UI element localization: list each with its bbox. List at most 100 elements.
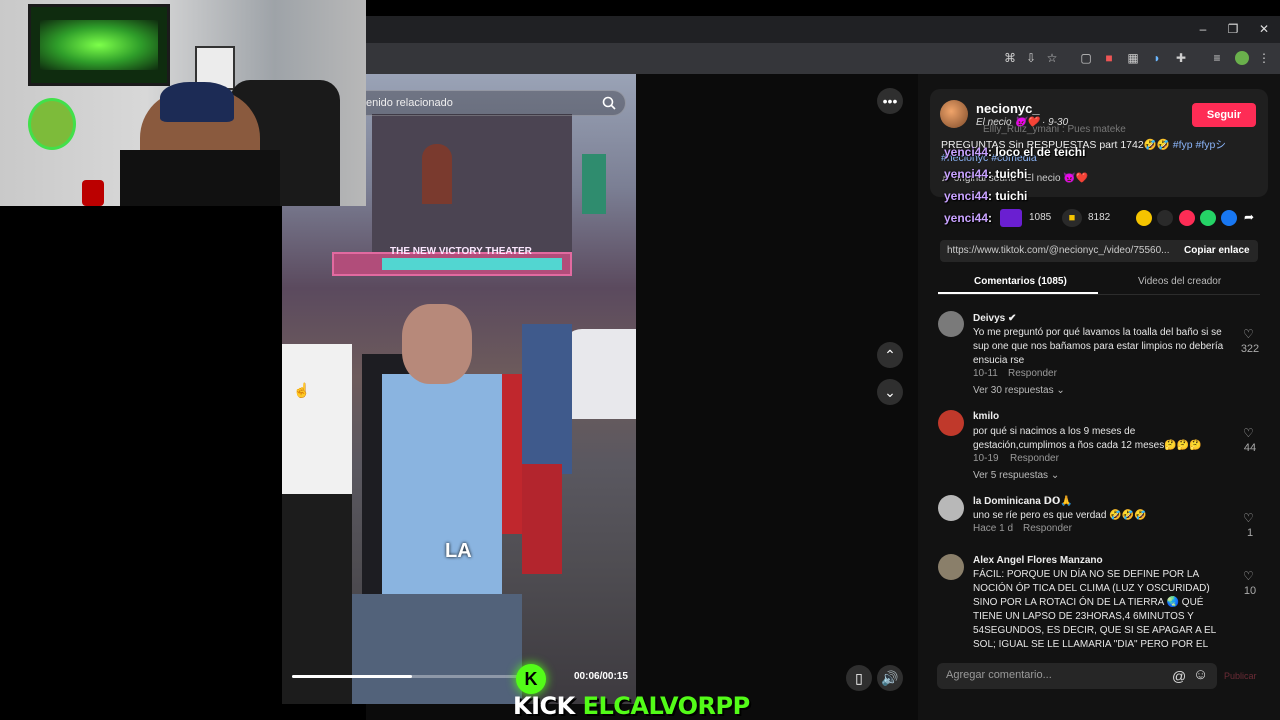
translate-icon[interactable]: ⌘ [1002,49,1018,67]
comment-date: 10-11 [973,368,998,379]
like-heart-icon[interactable]: ♡ [1243,511,1257,525]
view-replies-button[interactable]: Ver 30 respuestas ⌄ [973,385,1065,396]
profile-avatar[interactable] [1235,51,1249,65]
tab-comments[interactable]: Comentarios (1085) [974,276,1067,287]
extension-blue-icon[interactable]: ◗ [1149,49,1165,67]
channel-name: ELCALVORPP [582,692,751,720]
chat-message: yenci44: loco el de teichi [944,145,1086,159]
comment-date: Hace 1 d [973,523,1014,534]
building-window-green [582,154,606,214]
extension-red-icon[interactable]: ■ [1101,49,1117,67]
comment-date: 10-19 [973,453,999,464]
like-count: 322 [1240,343,1260,355]
bookmark-star-icon[interactable]: ☆ [1044,49,1060,67]
building-facade [372,114,572,254]
creator-username[interactable]: necionyc_ [976,101,1040,116]
comment-text: uno se ríe pero es que verdad 🤣🤣🤣 [973,510,1147,521]
comment-author[interactable]: Alex Angel Flores Manzano [973,555,1103,566]
emoji-icon[interactable]: ☺ [1193,666,1208,683]
save-count: 8182 [1088,212,1111,223]
next-video-button[interactable]: ⌄ [877,379,903,405]
kick-logo-icon: K [516,664,546,694]
restore-button[interactable]: ❐ [1224,20,1242,38]
search-placeholder: enido relacionado [366,97,453,109]
person-red-pants [522,464,562,574]
browser-toolbar [366,43,1280,74]
comment-avatar[interactable] [938,495,964,521]
like-heart-icon[interactable]: ♡ [1243,569,1257,583]
marquee-light [382,258,562,270]
reading-list-icon[interactable]: ≡ [1209,49,1225,67]
comment-avatar[interactable] [938,410,964,436]
install-icon[interactable]: ⇩ [1023,49,1039,67]
tab-divider [938,294,1260,295]
chat-message: yenci44: tuichi [944,189,1028,203]
comment-author[interactable]: la Dominicana 𝗗𝗢🙏 [973,496,1073,507]
comment-count: 1085 [1029,212,1052,223]
comment-avatar[interactable] [938,311,964,337]
search-icon[interactable] [601,95,617,111]
streamer-shirt [120,150,280,206]
left-letterbox [0,206,282,720]
webcam-overlay [0,0,366,206]
volume-icon[interactable]: 🔊 [877,665,903,691]
copy-link-button[interactable]: Copiar enlace [1184,245,1250,256]
comment-author[interactable]: kmilo [973,411,999,422]
view-replies-button[interactable]: Ver 5 respuestas ⌄ [973,470,1059,481]
comment-avatar[interactable] [938,554,964,580]
puzzle-icon[interactable]: ✚ [1173,49,1189,67]
tab-creator-videos[interactable]: Videos del creador [1138,276,1221,287]
like-count: 10 [1243,585,1257,597]
tab-active-indicator [938,292,1098,294]
chat-faded-message: Ellly_Ruiz_ymani : Pues mateke [983,124,1126,135]
progress-fill [292,675,412,678]
like-heart-icon[interactable]: ♡ [1243,327,1257,341]
neon-logo [28,98,76,150]
reply-button[interactable]: Responder [1023,523,1072,534]
parked-car [562,329,636,419]
video-subtitle: LA [445,540,472,562]
send-icon[interactable] [1179,210,1195,226]
extension-icon[interactable]: ▢ [1078,49,1094,67]
mention-icon[interactable]: @ [1172,668,1186,684]
comment-text: Yo me preguntó por qué lavamos la toalla… [973,327,1224,366]
whatsapp-icon[interactable] [1200,210,1216,226]
more-options-button[interactable]: ••• [877,88,903,114]
person-blue-hoodie [522,324,572,474]
woman-blue-shirt [382,374,502,604]
woman-head [402,304,472,384]
minimize-button[interactable]: – [1194,20,1212,38]
chat-message: yenci44: tuichi [944,167,1028,181]
person-dark-pants [282,494,352,704]
chat-message: yenci44: [944,211,993,225]
video-link[interactable]: https://www.tiktok.com/@necionyc_/video/… [947,245,1173,256]
menu-kebab-icon[interactable]: ⋮ [1256,49,1272,67]
facebook-icon[interactable] [1221,210,1237,226]
reply-button[interactable]: Responder [1008,368,1057,379]
hand-cursor-icon: ☝ [293,382,311,398]
publish-button[interactable]: Publicar [1224,671,1257,681]
red-mug [82,180,104,206]
chat-emote-icon [1000,209,1022,227]
video-time: 00:06/00:15 [574,671,628,682]
follow-button[interactable]: Seguir [1192,103,1256,127]
comment-placeholder: Agregar comentario... [946,669,1052,681]
coin-share-icon[interactable] [1136,210,1152,226]
building-window [422,144,452,204]
bookmark-icon[interactable]: ■ [1062,209,1082,227]
hashtag-links[interactable]: #fyp #fypシ [1173,139,1226,151]
like-count: 1 [1246,527,1254,539]
creator-avatar[interactable] [940,100,968,128]
share-arrow-icon[interactable]: ➦ [1244,210,1254,224]
embed-icon[interactable] [1157,210,1173,226]
reply-button[interactable]: Responder [1010,453,1059,464]
streamer-cap [160,82,234,122]
previous-video-button[interactable]: ⌃ [877,342,903,368]
like-heart-icon[interactable]: ♡ [1243,426,1257,440]
comment-text: FÁCIL: PORQUE UN DÍA NO SE DEFINE POR LA… [973,569,1216,650]
close-button[interactable]: ✕ [1255,20,1273,38]
kick-wordmark: KICK [513,692,575,720]
extension-grid-icon[interactable]: ▦ [1125,49,1141,67]
pip-button[interactable]: ▯ [846,665,872,691]
comment-author[interactable]: Deivys ✔ [973,313,1016,324]
